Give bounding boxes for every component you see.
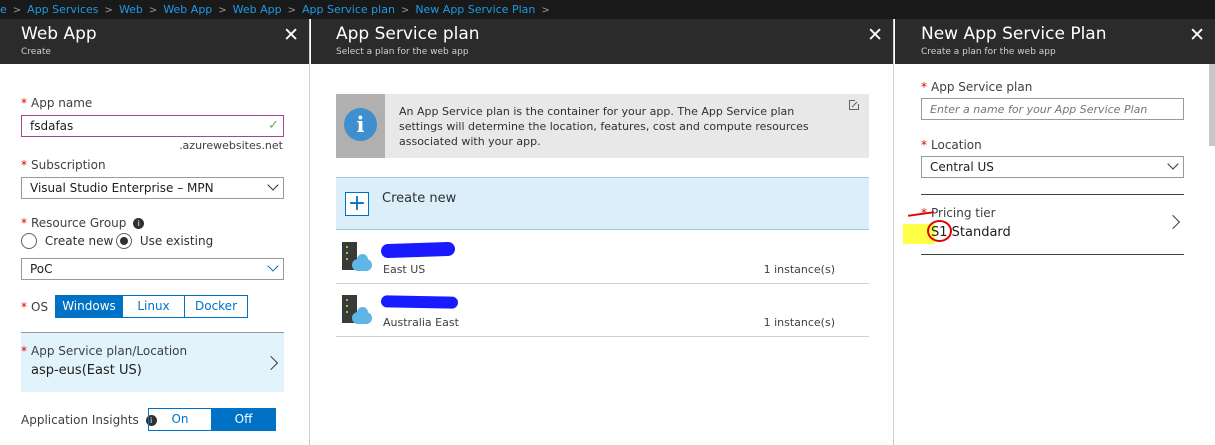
external-link-icon-arrow: [851, 101, 858, 108]
info-icon[interactable]: i: [133, 218, 145, 229]
os-option-linux[interactable]: Linux: [123, 296, 185, 317]
close-icon[interactable]: ✕: [283, 24, 299, 46]
plan-location-value: asp-eus(East US): [31, 363, 142, 378]
red-circle-annotation: [927, 220, 952, 242]
azure-portal: e > App Services > Web > Web App > Web App > App S…: [0, 0, 1215, 445]
new-app-service-plan-blade: New App Service Plan Create a plan for t…: [895, 19, 1215, 445]
cloud-puff: [357, 254, 368, 265]
location-label: * Location: [921, 138, 982, 152]
os-option-docker[interactable]: Docker: [185, 296, 247, 317]
breadcrumb-item[interactable]: App Service plan: [302, 0, 395, 19]
create-new-radio-option[interactable]: Create new: [21, 233, 113, 249]
plan-row[interactable]: East US 1 instance(s): [336, 232, 869, 284]
breadcrumb-item[interactable]: Web: [119, 0, 143, 19]
breadcrumb-separator-icon: >: [104, 5, 113, 16]
subscription-label: * Subscription: [21, 158, 106, 172]
plan-name-input[interactable]: [921, 98, 1184, 120]
redaction-scribble: [380, 241, 456, 259]
pricing-tier-selector[interactable]: *Pricing tier S1 Standard: [903, 194, 1184, 255]
app-name-input[interactable]: fsdafas ✓: [21, 115, 284, 137]
breadcrumb-separator-icon: >: [218, 5, 227, 16]
app-insights-off[interactable]: Off: [212, 409, 275, 430]
breadcrumb-item[interactable]: Web App: [233, 0, 282, 19]
breadcrumb-separator-icon: >: [287, 5, 297, 16]
radio-button[interactable]: [21, 233, 37, 249]
chevron-right-icon: [1165, 214, 1181, 230]
location-dropdown[interactable]: Central US: [921, 156, 1184, 178]
blade-header: App Service plan Select a plan for the w…: [311, 19, 893, 64]
breadcrumb: e > App Services > Web > Web App > Web App > App S…: [0, 0, 1215, 19]
info-text: An App Service plan is the container for…: [399, 105, 809, 148]
app-insights-label: Application Insights i: [21, 413, 157, 427]
blade-subtitle: Select a plan for the web app: [336, 47, 469, 57]
plan-instances: 1 instance(s): [763, 263, 835, 276]
blade-title: App Service plan: [336, 24, 480, 44]
close-icon[interactable]: ✕: [867, 24, 883, 46]
checkmark-icon: ✓: [268, 118, 279, 133]
breadcrumb-item[interactable]: App Services: [27, 0, 98, 19]
breadcrumb-separator-icon: >: [148, 5, 158, 16]
cloud-puff: [357, 307, 368, 318]
subscription-dropdown[interactable]: Visual Studio Enterprise – MPN: [21, 177, 284, 199]
breadcrumb-item[interactable]: Web App: [163, 0, 212, 19]
blade-body: *App Service plan *Location Central US *…: [895, 64, 1215, 445]
server-leds: [346, 246, 348, 248]
blade-body: * App name fsdafas ✓ .azurewebsites.net *…: [0, 64, 309, 445]
info-icon-panel: i: [336, 94, 385, 158]
app-name-label: * App name: [21, 96, 93, 110]
plan-location-label: * App Service plan/Location: [21, 344, 188, 358]
breadcrumb-separator-icon: >: [541, 5, 550, 16]
radio-button-selected[interactable]: [116, 233, 132, 249]
chevron-down-icon: [1167, 158, 1179, 170]
create-new-label: Create new: [382, 191, 457, 206]
redaction-scribble: [380, 295, 459, 309]
web-app-blade: Web App Create ✕ * App name fsdafas ✓ .az…: [0, 19, 310, 445]
blade-body: i An App Service plan is the container f…: [311, 64, 893, 445]
breadcrumb-item[interactable]: e: [0, 0, 7, 19]
blade-subtitle: Create a plan for the web app: [921, 47, 1056, 57]
os-label: * OS: [21, 300, 49, 314]
server-leds: [346, 299, 348, 301]
plus-icon: +: [345, 192, 369, 216]
app-service-plan-selector[interactable]: * App Service plan/Location asp-eus(East …: [21, 332, 284, 392]
plan-name-label: * App Service plan: [921, 80, 1033, 94]
resource-group-label: * Resource Group i: [21, 216, 145, 230]
server-cloud-icon: [342, 242, 374, 272]
breadcrumb-separator-icon: >: [12, 5, 22, 16]
os-option-windows[interactable]: Windows: [56, 296, 123, 317]
resource-group-dropdown[interactable]: PoC: [21, 258, 284, 280]
info-icon: i: [344, 108, 377, 141]
plan-location: Australia East: [383, 316, 459, 329]
chevron-down-icon: [267, 179, 279, 191]
domain-suffix: .azurewebsites.net: [179, 139, 283, 152]
create-new-plan-button[interactable]: + Create new: [336, 177, 869, 230]
use-existing-radio-option[interactable]: Use existing: [116, 233, 213, 249]
blade-subtitle: Create: [21, 47, 51, 57]
chevron-right-icon: [263, 355, 279, 371]
chevron-down-icon: [267, 260, 279, 272]
app-insights-on[interactable]: On: [149, 409, 212, 430]
blade-header: Web App Create ✕: [0, 19, 309, 64]
breadcrumb-separator-icon: >: [400, 5, 410, 16]
breadcrumb-item[interactable]: New App Service Plan: [415, 0, 535, 19]
plan-location: East US: [383, 263, 426, 276]
blade-title: New App Service Plan: [921, 24, 1107, 44]
blade-title: Web App: [21, 24, 97, 44]
os-toggle: Windows Linux Docker: [55, 295, 248, 318]
server-cloud-icon: [342, 295, 374, 325]
external-link-icon[interactable]: [849, 98, 861, 110]
plan-row[interactable]: Australia East 1 instance(s): [336, 285, 869, 337]
app-insights-toggle: On Off: [148, 408, 276, 431]
plan-instances: 1 instance(s): [763, 316, 835, 329]
blade-header: New App Service Plan Create a plan for t…: [895, 19, 1215, 64]
app-service-plan-blade: App Service plan Select a plan for the w…: [311, 19, 894, 445]
info-box: i An App Service plan is the container f…: [336, 94, 869, 158]
close-icon[interactable]: ✕: [1189, 24, 1205, 46]
